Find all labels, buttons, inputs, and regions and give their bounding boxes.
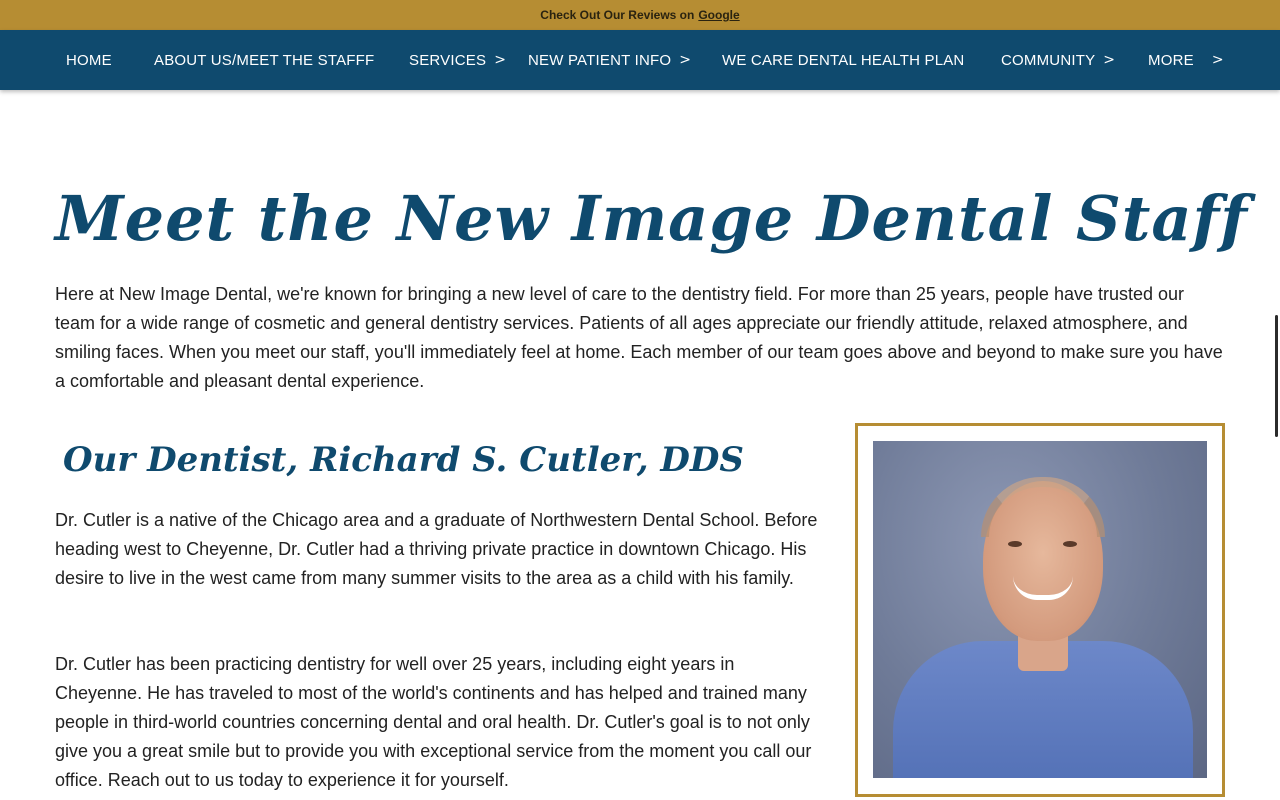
nav-item-about-us[interactable]: ABOUT US/MEET THE STAFFF	[154, 30, 374, 90]
dentist-heading: Our Dentist, Richard S. Cutler, DDS	[63, 440, 744, 480]
photo-hair	[981, 477, 1105, 537]
page-title: Meet the New Image Dental Staff	[55, 182, 1248, 255]
nav-item-community[interactable]: COMMUNITY >	[1001, 30, 1115, 90]
nav-item-new-patient-info[interactable]: NEW PATIENT INFO >	[528, 30, 691, 90]
nav-item-label: HOME	[66, 51, 112, 69]
photo-eye	[1063, 541, 1077, 547]
nav-item-label: COMMUNITY	[1001, 51, 1096, 69]
nav-item-label: MORE	[1148, 51, 1194, 69]
nav-item-dental-health-plan[interactable]: WE CARE DENTAL HEALTH PLAN	[722, 30, 964, 90]
nav-item-label: WE CARE DENTAL HEALTH PLAN	[722, 51, 965, 69]
scrollbar-thumb[interactable]	[1275, 315, 1278, 437]
google-reviews-link[interactable]: Google	[698, 8, 739, 22]
chevron-right-icon: >	[494, 52, 507, 68]
nav-item-home[interactable]: HOME	[66, 30, 112, 90]
main-navigation: HOME ABOUT US/MEET THE STAFFF SERVICES >…	[0, 30, 1280, 90]
nav-item-label: SERVICES	[409, 51, 487, 69]
dentist-portrait-photo	[873, 441, 1207, 778]
nav-item-label: ABOUT US/MEET THE STAFFF	[154, 51, 375, 69]
photo-eye	[1008, 541, 1022, 547]
chevron-right-icon: >	[679, 52, 692, 68]
dentist-photo-frame	[855, 423, 1225, 797]
chevron-right-icon: >	[1211, 52, 1224, 68]
reviews-banner: Check Out Our Reviews on Google	[0, 0, 1280, 30]
intro-paragraph: Here at New Image Dental, we're known fo…	[55, 284, 1223, 391]
dentist-bio-paragraph-2: Dr. Cutler has been practicing dentistry…	[55, 654, 812, 790]
nav-item-services[interactable]: SERVICES >	[409, 30, 506, 90]
nav-item-label: NEW PATIENT INFO	[528, 51, 672, 69]
dentist-bio-paragraph-1: Dr. Cutler is a native of the Chicago ar…	[55, 510, 818, 588]
chevron-right-icon: >	[1103, 52, 1116, 68]
reviews-banner-text: Check Out Our Reviews on	[540, 8, 695, 22]
nav-item-more[interactable]: MORE >	[1148, 30, 1224, 90]
